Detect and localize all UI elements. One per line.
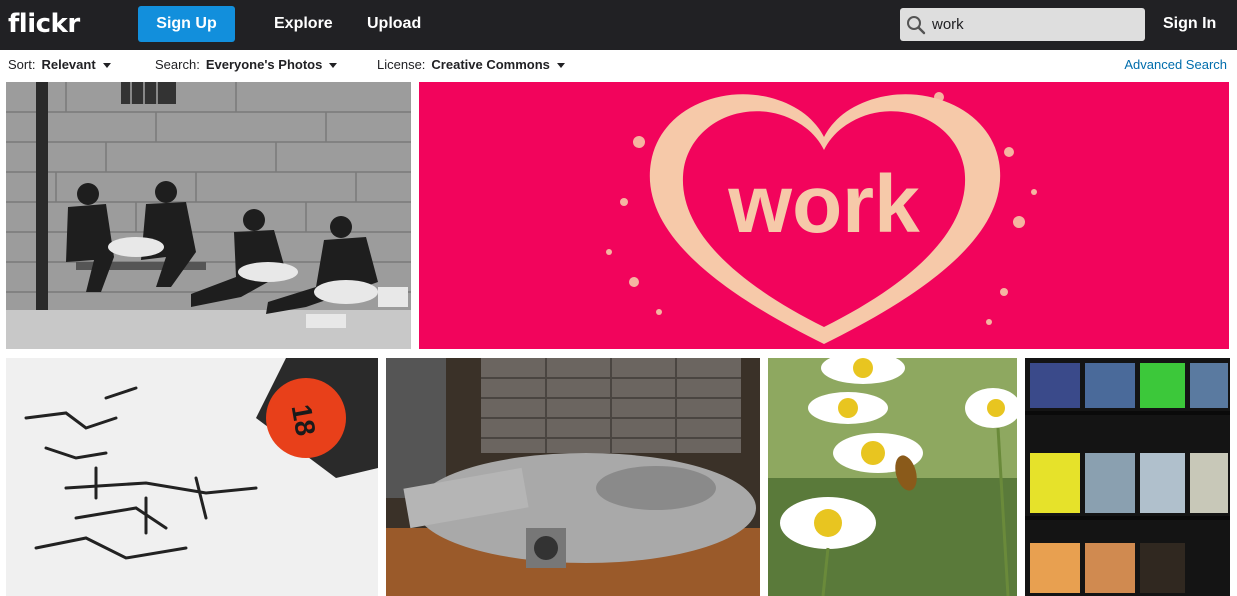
heart-caption: work xyxy=(727,159,920,250)
search-scope-label: Search: xyxy=(155,57,200,72)
advanced-search-link[interactable]: Advanced Search xyxy=(1124,58,1227,72)
sign-in-link[interactable]: Sign In xyxy=(1163,14,1216,34)
daisy-bee-photo[interactable] xyxy=(768,358,1017,596)
chevron-down-icon[interactable] xyxy=(329,62,338,68)
search-scope-value[interactable]: Everyone's Photos xyxy=(206,58,323,72)
top-navigation-bar: flickr Sign Up Explore Upload Sign In xyxy=(0,0,1237,50)
flickr-logo[interactable]: flickr xyxy=(8,8,80,40)
heart-work-photo[interactable]: work xyxy=(419,82,1229,349)
license-dropdown[interactable]: License: Creative Commons xyxy=(377,58,565,72)
sort-dropdown[interactable]: Sort: Relevant xyxy=(8,58,111,72)
office-windows-photo[interactable] xyxy=(1025,358,1230,596)
license-value[interactable]: Creative Commons xyxy=(431,58,549,72)
search-input[interactable] xyxy=(932,9,1137,40)
marker-ink-photo[interactable]: 18 xyxy=(6,358,378,596)
filter-bar: Sort: Relevant Search: Everyone's Photos… xyxy=(0,50,1237,80)
chevron-down-icon[interactable] xyxy=(102,62,111,68)
search-box[interactable] xyxy=(900,8,1145,41)
sort-value[interactable]: Relevant xyxy=(41,58,95,72)
lego-ship-photo[interactable] xyxy=(386,358,760,596)
workers-bw-photo[interactable] xyxy=(6,82,411,349)
nav-upload-link[interactable]: Upload xyxy=(367,14,421,34)
marker-number: 18 xyxy=(286,402,322,438)
chevron-down-icon[interactable] xyxy=(556,62,565,68)
sort-label: Sort: xyxy=(8,57,36,72)
search-scope-dropdown[interactable]: Search: Everyone's Photos xyxy=(155,57,338,72)
sign-up-button[interactable]: Sign Up xyxy=(138,6,235,42)
search-icon[interactable] xyxy=(900,8,932,41)
license-label: License: xyxy=(377,57,426,72)
nav-explore-link[interactable]: Explore xyxy=(274,14,333,34)
